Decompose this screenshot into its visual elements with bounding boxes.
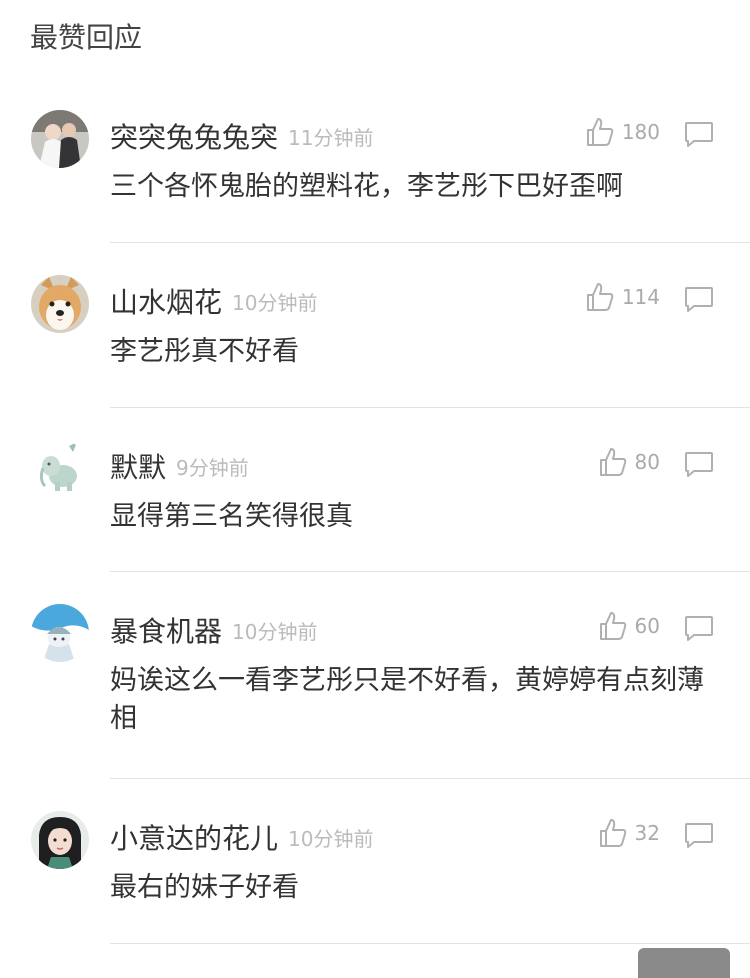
thumbs-up-icon xyxy=(599,819,626,847)
like-button[interactable]: 60 xyxy=(599,609,660,643)
floating-button[interactable] xyxy=(638,948,730,978)
thumbs-up-icon xyxy=(599,612,626,640)
like-button[interactable]: 114 xyxy=(586,280,660,314)
username-text: 山水烟花 xyxy=(110,286,223,319)
like-count: 60 xyxy=(634,614,660,638)
username[interactable]: 默默 9分钟前 xyxy=(110,450,249,486)
timestamp: 11分钟前 xyxy=(288,126,374,150)
divider xyxy=(110,242,750,243)
section-title: 最赞回应 xyxy=(30,21,143,54)
comment-bubble-icon[interactable] xyxy=(684,822,714,852)
divider xyxy=(110,943,750,944)
like-button[interactable]: 32 xyxy=(599,816,660,850)
username-text: 默默 xyxy=(110,451,167,484)
like-count: 114 xyxy=(621,285,660,309)
thumbs-up-icon xyxy=(586,283,614,311)
username[interactable]: 突突兔兔兔突 11分钟前 xyxy=(110,120,373,156)
thumbs-up-icon xyxy=(599,448,626,476)
thumbs-up-icon xyxy=(586,118,614,146)
username-text: 突突兔兔兔突 xyxy=(110,121,279,154)
like-count: 32 xyxy=(634,821,660,845)
comment-text: 最右的妹子好看 xyxy=(110,872,299,903)
avatar[interactable] xyxy=(31,440,89,498)
like-button[interactable]: 80 xyxy=(599,445,660,479)
comment-text: 李艺彤真不好看 xyxy=(110,336,299,367)
divider xyxy=(110,571,750,572)
timestamp: 9分钟前 xyxy=(176,456,249,480)
username[interactable]: 山水烟花 10分钟前 xyxy=(110,285,317,321)
username-text: 小意达的花儿 xyxy=(110,822,279,855)
like-count: 180 xyxy=(621,120,660,144)
avatar[interactable] xyxy=(31,604,89,662)
comment-text: 妈诶这么一看李艺彤只是不好看，黄婷婷有点刻薄相 xyxy=(110,665,704,734)
username-text: 暴食机器 xyxy=(110,615,223,648)
like-count: 80 xyxy=(634,450,660,474)
avatar[interactable] xyxy=(31,811,89,869)
timestamp: 10分钟前 xyxy=(288,827,374,851)
timestamp: 10分钟前 xyxy=(232,620,318,644)
comment-bubble-icon[interactable] xyxy=(684,286,714,316)
comment-bubble-icon[interactable] xyxy=(684,451,714,481)
divider xyxy=(110,778,750,779)
avatar[interactable] xyxy=(31,275,89,333)
comment-bubble-icon[interactable] xyxy=(684,615,714,645)
like-button[interactable]: 180 xyxy=(586,115,660,149)
username[interactable]: 暴食机器 10分钟前 xyxy=(110,614,317,650)
divider xyxy=(110,407,750,408)
comment-text: 三个各怀鬼胎的塑料花，李艺彤下巴好歪啊 xyxy=(110,171,623,202)
timestamp: 10分钟前 xyxy=(232,291,318,315)
comment-bubble-icon[interactable] xyxy=(684,121,714,151)
avatar[interactable] xyxy=(31,110,89,168)
comment-text: 显得第三名笑得很真 xyxy=(110,501,353,532)
username[interactable]: 小意达的花儿 10分钟前 xyxy=(110,821,373,857)
